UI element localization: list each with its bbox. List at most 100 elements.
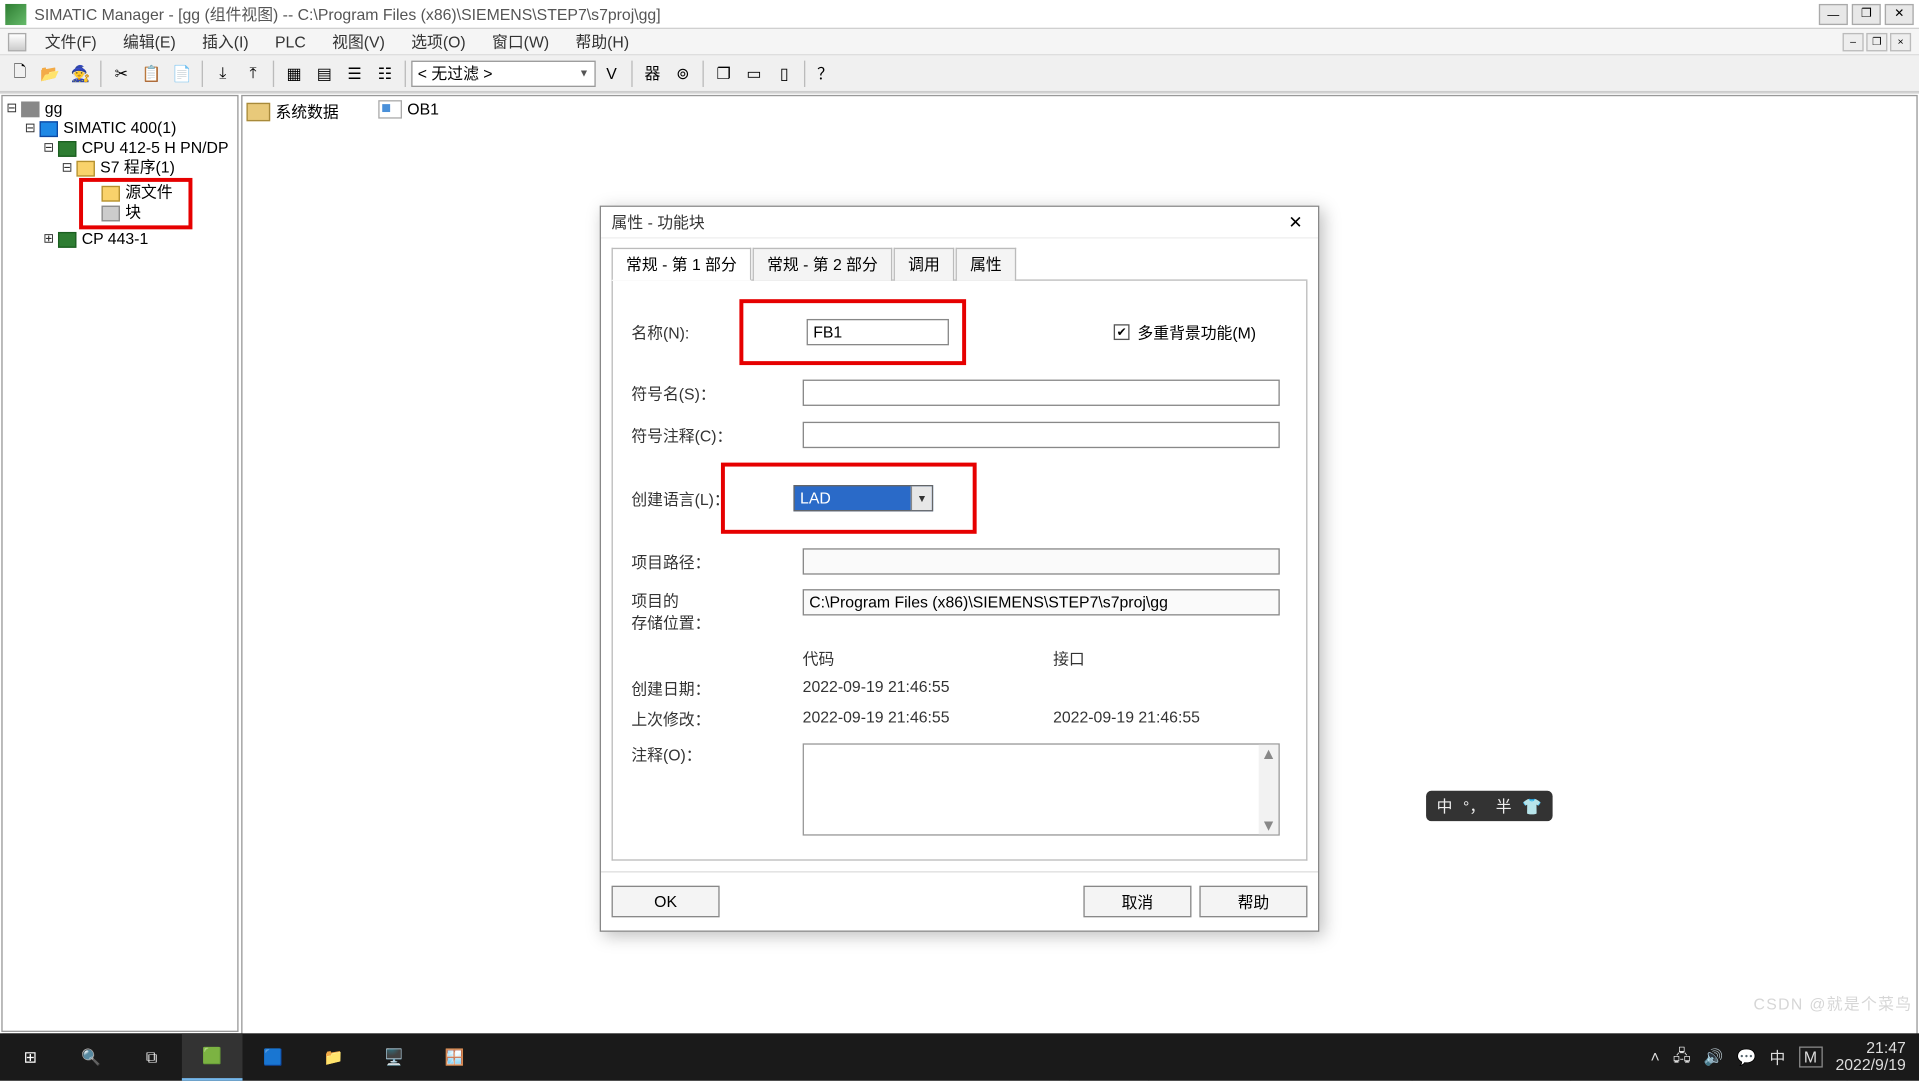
system-tray[interactable]: ˄ 🖧 🔊 💬 中 M 21:47 2022/9/19 bbox=[1637, 1040, 1919, 1074]
tray-ime[interactable]: 中 bbox=[1770, 1046, 1786, 1068]
ime-settings-icon[interactable]: 👕 bbox=[1522, 797, 1542, 815]
taskbar-app-2[interactable]: 🟦 bbox=[243, 1033, 304, 1080]
projpath-input bbox=[803, 548, 1280, 574]
tray-volume-icon[interactable]: 🔊 bbox=[1704, 1048, 1724, 1066]
wizard-button[interactable]: 🧙 bbox=[66, 59, 95, 88]
menu-plc[interactable]: PLC bbox=[262, 30, 319, 54]
symbol-input[interactable] bbox=[803, 380, 1280, 406]
label-name: 名称(N): bbox=[631, 321, 747, 343]
view-small-button[interactable]: ▤ bbox=[310, 59, 339, 88]
maximize-button[interactable]: ❐ bbox=[1852, 3, 1881, 24]
menu-insert[interactable]: 插入(I) bbox=[189, 28, 262, 56]
dialog-close-button[interactable]: ✕ bbox=[1284, 210, 1308, 234]
name-input[interactable] bbox=[807, 319, 949, 345]
tree-toggle[interactable]: ⊟ bbox=[61, 158, 74, 178]
object-system-data[interactable]: 系统数据 bbox=[246, 100, 338, 122]
menu-edit[interactable]: 编辑(E) bbox=[110, 28, 189, 56]
menu-window[interactable]: 窗口(W) bbox=[479, 28, 562, 56]
ime-width[interactable]: 半 bbox=[1496, 795, 1512, 817]
tab-calls[interactable]: 调用 bbox=[894, 248, 955, 281]
label-comment: 注释(O)： bbox=[631, 743, 802, 765]
new-button[interactable]: 🗋 bbox=[5, 59, 34, 88]
tab-general-1[interactable]: 常规 - 第 1 部分 bbox=[612, 248, 752, 281]
filter-combo[interactable]: < 无过滤 > ▼ bbox=[411, 60, 596, 86]
tree-toggle[interactable]: ⊟ bbox=[5, 99, 18, 119]
tray-network-icon[interactable]: 🖧 bbox=[1673, 1043, 1691, 1071]
close-button[interactable]: ✕ bbox=[1885, 3, 1914, 24]
mdi-minimize-button[interactable]: – bbox=[1843, 32, 1864, 50]
menu-options[interactable]: 选项(O) bbox=[398, 28, 479, 56]
tab-general-2[interactable]: 常规 - 第 2 部分 bbox=[753, 248, 893, 281]
tree-cpu[interactable]: CPU 412-5 H PN/DP bbox=[79, 138, 231, 158]
open-button[interactable]: 📂 bbox=[36, 59, 65, 88]
taskbar: ⊞ 🔍 ⧉ 🟩 🟦 📁 🖥️ 🪟 ˄ 🖧 🔊 💬 中 M 21:47 2022/… bbox=[0, 1033, 1919, 1080]
storage-input bbox=[803, 589, 1280, 615]
lang-combo[interactable]: LAD ▼ bbox=[793, 485, 933, 511]
paste-button[interactable]: 📄 bbox=[167, 59, 196, 88]
win-tileh-button[interactable]: ▭ bbox=[739, 59, 768, 88]
tree-cp[interactable]: CP 443-1 bbox=[79, 229, 151, 249]
start-button[interactable]: ⊞ bbox=[0, 1033, 61, 1080]
symcomment-input[interactable] bbox=[803, 422, 1280, 448]
taskbar-app-3[interactable]: 🖥️ bbox=[364, 1033, 425, 1080]
menu-file[interactable]: 文件(F) bbox=[32, 28, 110, 56]
properties-dialog: 属性 - 功能块 ✕ 常规 - 第 1 部分 常规 - 第 2 部分 调用 属性… bbox=[600, 206, 1320, 932]
tree-sources[interactable]: 源文件 bbox=[123, 183, 176, 203]
taskbar-app-4[interactable]: 🪟 bbox=[424, 1033, 485, 1080]
mdi-restore-button[interactable]: ❐ bbox=[1866, 32, 1887, 50]
folder-icon bbox=[101, 185, 119, 201]
chevron-down-icon[interactable]: ▼ bbox=[911, 486, 932, 510]
tree-program[interactable]: S7 程序(1) bbox=[98, 158, 178, 178]
taskbar-app-simatic[interactable]: 🟩 bbox=[182, 1033, 243, 1080]
window-title: SIMATIC Manager - [gg (组件视图) -- C:\Progr… bbox=[34, 3, 1819, 25]
view-list-button[interactable]: ☰ bbox=[340, 59, 369, 88]
cut-button[interactable]: ✂ bbox=[107, 59, 136, 88]
mdi-doc-icon bbox=[8, 32, 26, 50]
taskbar-taskview-button[interactable]: ⧉ bbox=[121, 1033, 182, 1080]
ime-mode[interactable]: 中 bbox=[1437, 795, 1453, 817]
view-large-button[interactable]: ▦ bbox=[279, 59, 308, 88]
mdi-close-button[interactable]: × bbox=[1890, 32, 1911, 50]
taskbar-explorer[interactable]: 📁 bbox=[303, 1033, 364, 1080]
tray-m[interactable]: M bbox=[1799, 1046, 1823, 1067]
tree-toggle[interactable]: ⊟ bbox=[42, 138, 55, 158]
simulate-button[interactable]: 器 bbox=[638, 59, 667, 88]
project-tree[interactable]: ⊟gg ⊟SIMATIC 400(1) ⊟CPU 412-5 H PN/DP ⊟… bbox=[1, 95, 238, 1032]
dialog-titlebar[interactable]: 属性 - 功能块 ✕ bbox=[601, 207, 1318, 239]
ime-punct[interactable]: °， bbox=[1463, 795, 1485, 817]
object-ob1[interactable]: OB1 bbox=[378, 100, 439, 118]
download-button[interactable]: ⤓ bbox=[208, 59, 237, 88]
filter-apply-button[interactable]: V bbox=[597, 59, 626, 88]
label-symcomment: 符号注释(C)： bbox=[631, 424, 802, 446]
win-tilev-button[interactable]: ▯ bbox=[770, 59, 799, 88]
help-button[interactable]: 帮助 bbox=[1199, 886, 1307, 918]
minimize-button[interactable]: — bbox=[1819, 3, 1848, 24]
taskbar-search-button[interactable]: 🔍 bbox=[61, 1033, 122, 1080]
monitor-button[interactable]: ⊚ bbox=[668, 59, 697, 88]
upload-button[interactable]: ⤒ bbox=[239, 59, 268, 88]
comment-textarea[interactable]: ▲▼ bbox=[803, 743, 1280, 835]
tree-blocks[interactable]: 块 bbox=[123, 203, 144, 223]
menu-help[interactable]: 帮助(H) bbox=[562, 28, 642, 56]
tray-clock[interactable]: 21:47 2022/9/19 bbox=[1835, 1040, 1905, 1074]
checkbox-icon: ✔ bbox=[1114, 324, 1130, 340]
multi-instance-checkbox[interactable]: ✔ 多重背景功能(M) bbox=[1114, 321, 1256, 343]
ime-indicator[interactable]: 中 °， 半 👕 bbox=[1426, 791, 1552, 821]
win-cascade-button[interactable]: ❐ bbox=[709, 59, 738, 88]
tree-toggle[interactable]: ⊟ bbox=[24, 119, 37, 139]
tree-toggle[interactable]: ⊞ bbox=[42, 229, 55, 249]
tab-attributes[interactable]: 属性 bbox=[956, 248, 1017, 281]
copy-button[interactable]: 📋 bbox=[137, 59, 166, 88]
tree-station[interactable]: SIMATIC 400(1) bbox=[61, 119, 179, 139]
ok-button[interactable]: OK bbox=[612, 886, 720, 918]
tray-chevron-up-icon[interactable]: ˄ bbox=[1651, 1048, 1660, 1066]
scroll-up-icon[interactable]: ▲ bbox=[1261, 745, 1277, 763]
menu-view[interactable]: 视图(V) bbox=[319, 28, 398, 56]
scroll-down-icon[interactable]: ▼ bbox=[1261, 816, 1277, 834]
tray-notification-icon[interactable]: 💬 bbox=[1737, 1048, 1757, 1066]
textarea-scrollbar[interactable]: ▲▼ bbox=[1259, 745, 1279, 835]
help-button[interactable]: ？ bbox=[811, 59, 840, 88]
cancel-button[interactable]: 取消 bbox=[1083, 886, 1191, 918]
tree-root[interactable]: gg bbox=[42, 99, 65, 119]
view-detail-button[interactable]: ☷ bbox=[370, 59, 399, 88]
